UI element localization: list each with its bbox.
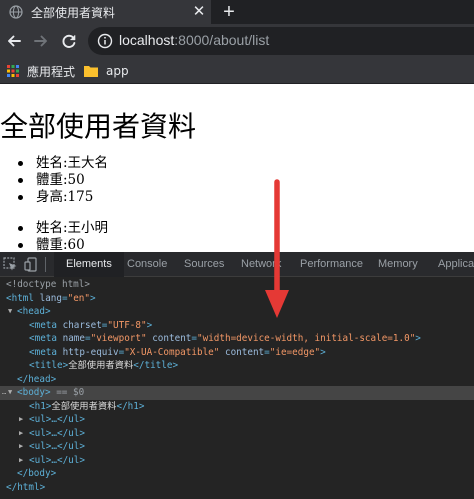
user-weight: 體重:50 <box>8 172 108 189</box>
tab-memory[interactable]: Memory <box>378 252 418 277</box>
tab-application[interactable]: Application <box>438 252 474 277</box>
dom-node-meta-charset[interactable]: <meta charset="UTF-8"> <box>0 319 474 333</box>
collapsed-triangle-icon[interactable]: ▶ <box>19 440 23 454</box>
page-viewport: 全部使用者資料 姓名:王大名 體重:50 身高:175 姓名:王小明 體重:60 <box>0 85 474 252</box>
dom-node-h1[interactable]: <h1>全部使用者資料</h1> <box>0 400 474 414</box>
devtools-panel: Elements Console Sources Network Perform… <box>0 252 474 499</box>
ellipsis-icon[interactable]: … <box>2 386 6 400</box>
forward-arrow-icon[interactable] <box>30 30 52 52</box>
dom-node-head-close[interactable]: </head> <box>0 373 474 387</box>
tab-strip: 全部使用者資料 ✕ + <box>0 0 474 24</box>
tab-elements[interactable]: Elements <box>54 252 124 277</box>
tab-performance[interactable]: Performance <box>300 252 363 277</box>
dom-node-body-selected[interactable]: … ▼ <body> == $0 <box>0 386 474 400</box>
url-path: :8000/about/list <box>174 32 270 48</box>
bookmark-app-folder[interactable]: app <box>84 61 129 81</box>
expanded-triangle-icon[interactable]: ▼ <box>8 386 12 400</box>
browser-toolbar: localhost:8000/about/list <box>0 24 474 58</box>
inspect-element-icon[interactable] <box>3 257 18 272</box>
dom-node-head[interactable]: ▼ <head> <box>0 305 474 319</box>
dom-node-ul[interactable]: ▶ <ul>…</ul> <box>0 440 474 454</box>
close-icon[interactable]: ✕ <box>191 4 207 20</box>
url-host: localhost <box>119 32 175 48</box>
bookmark-apps-label: 應用程式 <box>27 64 76 79</box>
plus-icon[interactable]: + <box>219 1 239 23</box>
user-weight: 體重:60 <box>8 237 108 252</box>
collapsed-triangle-icon[interactable]: ▶ <box>19 427 23 441</box>
user-list-1: 姓名:王大名 體重:50 身高:175 <box>8 155 108 206</box>
dom-node-meta-viewport[interactable]: <meta name="viewport" content="width=dev… <box>0 332 474 346</box>
collapsed-triangle-icon[interactable]: ▶ <box>19 454 23 468</box>
tab-sources[interactable]: Sources <box>184 252 224 277</box>
user-list-2: 姓名:王小明 體重:60 <box>8 220 108 252</box>
back-arrow-icon[interactable] <box>3 30 25 52</box>
dom-node-ul[interactable]: ▶ <ul>…</ul> <box>0 413 474 427</box>
url-text: localhost:8000/about/list <box>119 32 269 48</box>
bookmark-app-label: app <box>106 64 129 78</box>
tab-title: 全部使用者資料 <box>31 5 116 20</box>
user-name: 姓名:王大名 <box>8 155 108 172</box>
globe-icon <box>9 5 23 19</box>
device-toolbar-icon[interactable] <box>24 257 39 272</box>
user-height: 身高:175 <box>8 189 108 206</box>
folder-icon <box>84 66 98 77</box>
bookmark-apps[interactable]: 應用程式 <box>7 61 75 81</box>
dom-tree: <!doctype html> <html lang="en"> ▼ <head>… <box>0 278 474 494</box>
toolbar-divider <box>45 257 46 272</box>
tab-console[interactable]: Console <box>127 252 167 277</box>
dom-node-ul[interactable]: ▶ <ul>…</ul> <box>0 427 474 441</box>
tab-network[interactable]: Network <box>241 252 283 277</box>
dom-node-title[interactable]: <title>全部使用者資料</title> <box>0 359 474 373</box>
reload-icon[interactable] <box>58 30 80 52</box>
address-bar[interactable]: localhost:8000/about/list <box>88 27 474 55</box>
expanded-triangle-icon[interactable]: ▼ <box>8 305 12 319</box>
dom-node-html[interactable]: <html lang="en"> <box>0 292 474 306</box>
bookmarks-bar: 應用程式 app <box>0 58 474 84</box>
info-icon[interactable] <box>97 33 113 49</box>
devtools-tab-bar: Elements Console Sources Network Perform… <box>0 252 474 277</box>
dom-node-html-close[interactable]: </html> <box>0 481 474 495</box>
dom-node-ul[interactable]: ▶ <ul>…</ul> <box>0 454 474 468</box>
collapsed-triangle-icon[interactable]: ▶ <box>19 413 23 427</box>
page-heading: 全部使用者資料 <box>0 110 197 143</box>
apps-grid-icon <box>7 65 19 77</box>
dom-node-meta-http-equiv[interactable]: <meta http-equiv="X-UA-Compatible" conte… <box>0 346 474 360</box>
dom-node-doctype[interactable]: <!doctype html> <box>0 278 474 292</box>
user-name: 姓名:王小明 <box>8 220 108 237</box>
dom-node-body-close[interactable]: </body> <box>0 467 474 481</box>
browser-tab[interactable]: 全部使用者資料 ✕ <box>0 0 211 24</box>
